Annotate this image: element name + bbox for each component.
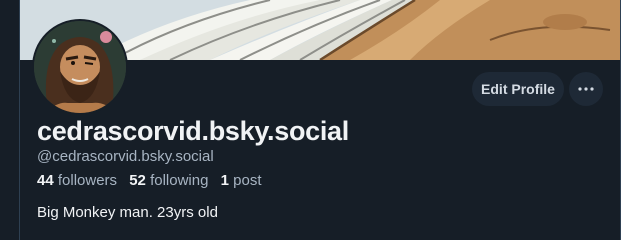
following-count: 52 [129,172,146,189]
posts-count: 1 [220,172,229,189]
followers-count: 44 [37,172,54,189]
profile-header: Edit Profile cedrascorvid.bsky.social @c… [0,0,621,240]
display-name: cedrascorvid.bsky.social [37,116,349,146]
following-label: following [150,172,209,189]
more-options-button[interactable] [569,72,603,106]
posts-label: post [233,172,262,189]
posts-stat: 1 post [221,172,262,189]
followers-label: followers [57,172,118,189]
followers-link[interactable]: 44 followers [37,172,117,189]
profile-handle: @cedrascorvid.bsky.social [37,148,214,165]
edit-profile-button[interactable]: Edit Profile [472,72,564,106]
profile-stats: 44 followers 52 following 1 post [37,172,270,189]
following-link[interactable]: 52 following [129,172,208,189]
avatar[interactable] [32,19,128,115]
ellipsis-icon [578,87,594,91]
left-border [19,0,20,240]
avatar-image [34,21,126,113]
profile-bio: Big Monkey man. 23yrs old [37,204,218,221]
